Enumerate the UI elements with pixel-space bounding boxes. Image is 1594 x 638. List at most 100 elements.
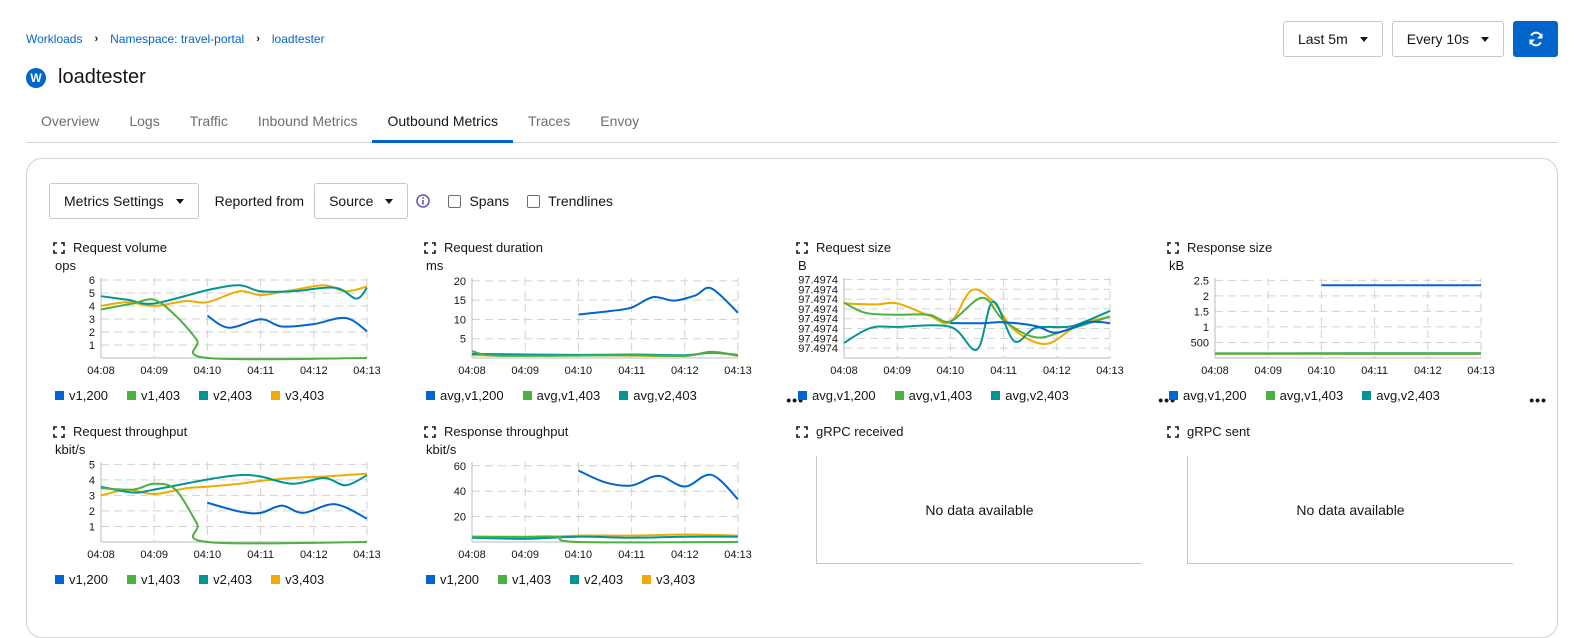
x-tick-label: 04:09: [140, 365, 168, 377]
y-tick-label: 15: [454, 295, 466, 307]
y-tick-label: 5: [89, 288, 95, 300]
tab-outbound-metrics[interactable]: Outbound Metrics: [372, 99, 513, 143]
chart-plot: 20406004:0804:0904:1004:1104:1204:13: [424, 456, 764, 566]
legend-item[interactable]: avg,v1,403: [523, 388, 601, 403]
expand-icon[interactable]: [796, 426, 808, 438]
x-tick-label: 04:12: [671, 365, 699, 377]
x-tick-label: 04:09: [140, 549, 168, 561]
series-line-v1-403: [101, 299, 367, 359]
spans-checkbox[interactable]: Spans: [448, 193, 509, 209]
legend-label: avg,v1,403: [1280, 388, 1344, 403]
expand-icon[interactable]: [424, 426, 436, 438]
x-tick-label: 04:10: [937, 365, 965, 377]
breadcrumb-workload[interactable]: loadtester: [272, 32, 325, 46]
caret-down-icon: [176, 199, 184, 204]
legend-item[interactable]: avg,v1,403: [1266, 388, 1344, 403]
x-tick-label: 04:09: [883, 365, 911, 377]
expand-icon[interactable]: [53, 426, 65, 438]
legend-item[interactable]: v2,403: [199, 572, 252, 587]
legend-more-icon[interactable]: •••: [1529, 392, 1547, 408]
tab-logs[interactable]: Logs: [114, 99, 174, 142]
series-line-avg-v1-200: [578, 288, 738, 315]
legend-label: v2,403: [213, 572, 252, 587]
legend-item[interactable]: v3,403: [271, 572, 324, 587]
chart-plot: 97.497497.497497.497497.497497.497497.49…: [796, 272, 1136, 382]
y-axis-unit: ms: [426, 258, 443, 273]
legend-item[interactable]: v2,403: [570, 572, 623, 587]
x-tick-label: 04:12: [300, 549, 328, 561]
tab-traces[interactable]: Traces: [513, 99, 585, 142]
duration-dropdown[interactable]: Last 5m: [1283, 21, 1383, 57]
refresh-interval-value: Every 10s: [1407, 31, 1469, 47]
time-controls: Last 5m Every 10s: [1283, 21, 1558, 57]
legend-item[interactable]: avg,v1,200: [1169, 388, 1247, 403]
legend-item[interactable]: v1,403: [127, 572, 180, 587]
info-icon[interactable]: [416, 194, 430, 208]
breadcrumb-namespace[interactable]: Namespace: travel-portal: [110, 32, 244, 46]
expand-icon[interactable]: [1167, 242, 1179, 254]
y-tick-label: 2: [89, 506, 95, 518]
legend-item[interactable]: avg,v2,403: [1362, 388, 1440, 403]
legend-item[interactable]: avg,v2,403: [619, 388, 697, 403]
x-tick-label: 04:10: [565, 365, 593, 377]
legend-label: v1,403: [512, 572, 551, 587]
legend-label: v2,403: [584, 572, 623, 587]
breadcrumb-workloads[interactable]: Workloads: [26, 32, 82, 46]
chart-grpc-sent: gRPC sentNo data available: [1187, 424, 1537, 604]
expand-icon[interactable]: [424, 242, 436, 254]
tab-overview[interactable]: Overview: [26, 99, 114, 142]
tab-traffic[interactable]: Traffic: [175, 99, 243, 142]
metrics-settings-dropdown[interactable]: Metrics Settings: [49, 183, 199, 219]
reported-from-dropdown[interactable]: Source: [314, 183, 408, 219]
chart-plot: 510152004:0804:0904:1004:1104:1204:13: [424, 272, 764, 382]
chart-request-duration: Request durationms510152004:0804:0904:10…: [444, 240, 794, 420]
x-tick-label: 04:13: [353, 549, 381, 561]
y-tick-label: 2.5: [1194, 275, 1209, 287]
expand-icon[interactable]: [796, 242, 808, 254]
legend-item[interactable]: v1,200: [55, 388, 108, 403]
legend-swatch: [426, 575, 435, 584]
y-tick-label: 20: [454, 512, 466, 524]
legend-item[interactable]: v1,200: [426, 572, 479, 587]
refresh-button[interactable]: [1513, 21, 1558, 57]
expand-icon[interactable]: [1167, 426, 1179, 438]
legend-label: avg,v1,200: [812, 388, 876, 403]
legend-item[interactable]: v1,403: [498, 572, 551, 587]
no-data-message: No data available: [816, 456, 1142, 564]
y-axis-unit: B: [798, 258, 807, 273]
legend-label: avg,v2,403: [633, 388, 697, 403]
legend-item[interactable]: avg,v1,200: [426, 388, 504, 403]
legend-item[interactable]: v1,200: [55, 572, 108, 587]
y-tick-label: 500: [1191, 337, 1209, 349]
legend-item[interactable]: avg,v1,200: [798, 388, 876, 403]
chart-legend: avg,v1,200 avg,v1,403 avg,v2,403: [798, 388, 1088, 403]
legend-label: v1,403: [141, 572, 180, 587]
refresh-interval-dropdown[interactable]: Every 10s: [1392, 21, 1504, 57]
legend-item[interactable]: v3,403: [642, 572, 695, 587]
legend-item[interactable]: avg,v2,403: [991, 388, 1069, 403]
expand-icon[interactable]: [53, 242, 65, 254]
chart-title: Request size: [816, 240, 891, 255]
checkbox-box: [448, 195, 461, 208]
tab-envoy[interactable]: Envoy: [585, 99, 654, 142]
legend-item[interactable]: v1,403: [127, 388, 180, 403]
tab-inbound-metrics[interactable]: Inbound Metrics: [243, 99, 373, 142]
legend-item[interactable]: v2,403: [199, 388, 252, 403]
legend-swatch: [127, 575, 136, 584]
legend-item[interactable]: v3,403: [271, 388, 324, 403]
y-tick-label: 60: [454, 461, 466, 473]
chart-title: Request throughput: [73, 424, 187, 439]
x-tick-label: 04:12: [1043, 365, 1071, 377]
legend-swatch: [991, 391, 1000, 400]
chart-plot: 50011.522.504:0804:0904:1004:1104:1204:1…: [1167, 272, 1507, 382]
legend-item[interactable]: avg,v1,403: [895, 388, 973, 403]
no-data-message: No data available: [1187, 456, 1513, 564]
x-tick-label: 04:13: [724, 365, 752, 377]
legend-swatch: [271, 575, 280, 584]
trendlines-checkbox[interactable]: Trendlines: [527, 193, 613, 209]
x-tick-label: 04:12: [671, 549, 699, 561]
reported-from-label: Reported from: [215, 193, 304, 209]
trendlines-label: Trendlines: [548, 193, 613, 209]
legend-label: avg,v1,200: [1183, 388, 1247, 403]
x-tick-label: 04:11: [1361, 365, 1388, 377]
